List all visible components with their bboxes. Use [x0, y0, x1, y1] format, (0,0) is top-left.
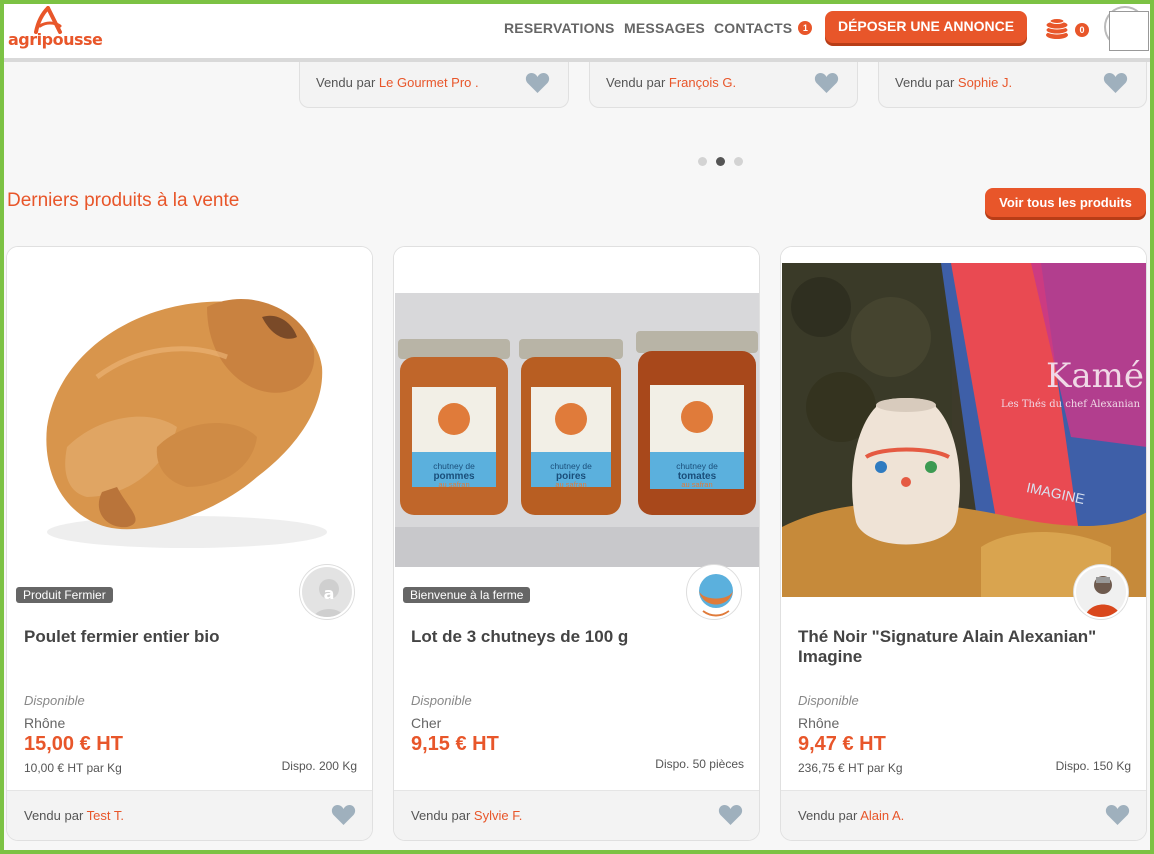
product-title[interactable]: Thé Noir "Signature Alain Alexanian" Ima…: [798, 627, 1128, 667]
nav-contacts[interactable]: CONTACTS 1: [714, 20, 813, 36]
seller-prefix: Vendu par: [798, 808, 858, 823]
carousel-dot[interactable]: [698, 157, 707, 166]
jar-label-line: chutney de: [550, 461, 592, 471]
seller-link[interactable]: Alain A.: [860, 808, 904, 823]
favorite-heart-icon[interactable]: [1105, 804, 1130, 826]
chicken-image: [7, 247, 372, 597]
product-price: 15,00 € HT: [24, 733, 123, 755]
chutney-jars-image: chutney de pommes au safran chutney de p…: [394, 247, 759, 597]
broken-image-icon: [1109, 11, 1149, 51]
product-availability: Disponible: [798, 693, 859, 708]
seller-prefix: Vendu par: [895, 75, 955, 90]
card-footer: Vendu par Alain A.: [781, 790, 1146, 840]
seller-link[interactable]: Le Gourmet Pro .: [379, 75, 479, 90]
product-image[interactable]: Kamé Les Thés du chef Alexanian IMAGINE: [781, 247, 1146, 597]
logo-text: agripousse: [8, 30, 103, 49]
product-card[interactable]: Produit Fermier a Poulet fermier entier …: [6, 246, 373, 841]
product-price: 9,15 € HT: [411, 733, 499, 755]
svg-text:a: a: [324, 584, 335, 603]
product-stock: Dispo. 200 Kg: [281, 759, 357, 773]
default-avatar-icon: a: [302, 567, 352, 617]
top-header: agripousse RESERVATIONS MESSAGES CONTACT…: [0, 0, 1154, 62]
jar-label-line: chutney de: [433, 461, 475, 471]
seller-line: Vendu par Le Gourmet Pro .: [316, 75, 479, 90]
nav-reservations-label: RESERVATIONS: [504, 20, 615, 36]
jar-label-sub: au safran: [681, 480, 712, 489]
carousel-dot-active[interactable]: [716, 157, 725, 166]
product-tag: Bienvenue à la ferme: [403, 587, 531, 603]
carousel-dot[interactable]: [734, 157, 743, 166]
seller-line: Vendu par Alain A.: [798, 808, 904, 823]
product-image[interactable]: [7, 247, 372, 597]
seller-avatar[interactable]: [1074, 565, 1128, 619]
favorite-heart-icon[interactable]: [718, 804, 743, 826]
box-brand-text: Kamé: [1046, 356, 1144, 396]
seller-avatar[interactable]: a: [300, 565, 354, 619]
seller-prefix: Vendu par: [316, 75, 376, 90]
seller-link[interactable]: François G.: [669, 75, 736, 90]
product-unit-price: 236,75 € HT par Kg: [798, 761, 903, 775]
jar-label-line: chutney de: [676, 461, 718, 471]
section-title: Derniers produits à la vente: [7, 190, 240, 211]
carousel-card-footer: Vendu par François G.: [589, 62, 858, 108]
jar-label-sub: au safran: [438, 480, 469, 489]
nav-messages[interactable]: MESSAGES: [624, 20, 705, 36]
product-tag: Produit Fermier: [16, 587, 113, 603]
carousel-card-footer: Vendu par Sophie J.: [878, 62, 1147, 108]
favorite-heart-icon[interactable]: [814, 72, 839, 94]
product-region: Cher: [411, 715, 442, 731]
seller-prefix: Vendu par: [411, 808, 471, 823]
card-footer: Vendu par Test T.: [7, 790, 372, 840]
seller-link[interactable]: Test T.: [87, 808, 124, 823]
seller-line: Vendu par Sylvie F.: [411, 808, 522, 823]
product-region: Rhône: [24, 715, 66, 731]
seller-link[interactable]: Sophie J.: [958, 75, 1012, 90]
product-card[interactable]: Kamé Les Thés du chef Alexanian IMAGINE …: [780, 246, 1147, 841]
product-image[interactable]: chutney de pommes au safran chutney de p…: [394, 247, 759, 597]
favorite-heart-icon[interactable]: [331, 804, 356, 826]
coins-icon[interactable]: [1044, 17, 1070, 41]
nav-contacts-label: CONTACTS: [714, 20, 793, 36]
contacts-count-badge: 1: [798, 21, 813, 35]
carousel-card-footer: Vendu par Le Gourmet Pro .: [299, 62, 569, 108]
seller-avatar[interactable]: [687, 565, 741, 619]
product-title[interactable]: Lot de 3 chutneys de 100 g: [411, 627, 741, 647]
see-all-products-button[interactable]: Voir tous les produits: [985, 188, 1146, 217]
product-stock: Dispo. 50 pièces: [655, 757, 744, 771]
product-unit-price: 10,00 € HT par Kg: [24, 761, 122, 775]
nav-reservations[interactable]: RESERVATIONS: [504, 20, 615, 36]
favorite-heart-icon[interactable]: [1103, 72, 1128, 94]
product-title[interactable]: Poulet fermier entier bio: [24, 627, 354, 647]
nav-messages-label: MESSAGES: [624, 20, 705, 36]
jar-label-sub: au safran: [555, 480, 586, 489]
box-subtitle-text: Les Thés du chef Alexanian: [1001, 399, 1141, 410]
seller-photo-icon: [1076, 567, 1126, 617]
product-availability: Disponible: [411, 693, 472, 708]
seller-prefix: Vendu par: [606, 75, 666, 90]
seller-link[interactable]: Sylvie F.: [474, 808, 522, 823]
seller-prefix: Vendu par: [24, 808, 84, 823]
post-listing-button[interactable]: DÉPOSER UNE ANNONCE: [825, 11, 1027, 43]
card-footer: Vendu par Sylvie F.: [394, 790, 759, 840]
tea-image: Kamé Les Thés du chef Alexanian IMAGINE: [781, 247, 1146, 597]
seller-line: Vendu par Sophie J.: [895, 75, 1012, 90]
product-availability: Disponible: [24, 693, 85, 708]
product-region: Rhône: [798, 715, 840, 731]
seller-line: Vendu par François G.: [606, 75, 736, 90]
product-price: 9,47 € HT: [798, 733, 886, 755]
product-stock: Dispo. 150 Kg: [1055, 759, 1131, 773]
product-card[interactable]: chutney de pommes au safran chutney de p…: [393, 246, 760, 841]
user-avatar[interactable]: [1104, 6, 1149, 51]
favorite-heart-icon[interactable]: [525, 72, 550, 94]
carousel-pagination: [698, 153, 752, 171]
seller-line: Vendu par Test T.: [24, 808, 124, 823]
coins-count-badge: 0: [1075, 23, 1089, 37]
seller-logo-icon: [689, 567, 739, 617]
agripousse-logo[interactable]: agripousse: [8, 6, 103, 50]
